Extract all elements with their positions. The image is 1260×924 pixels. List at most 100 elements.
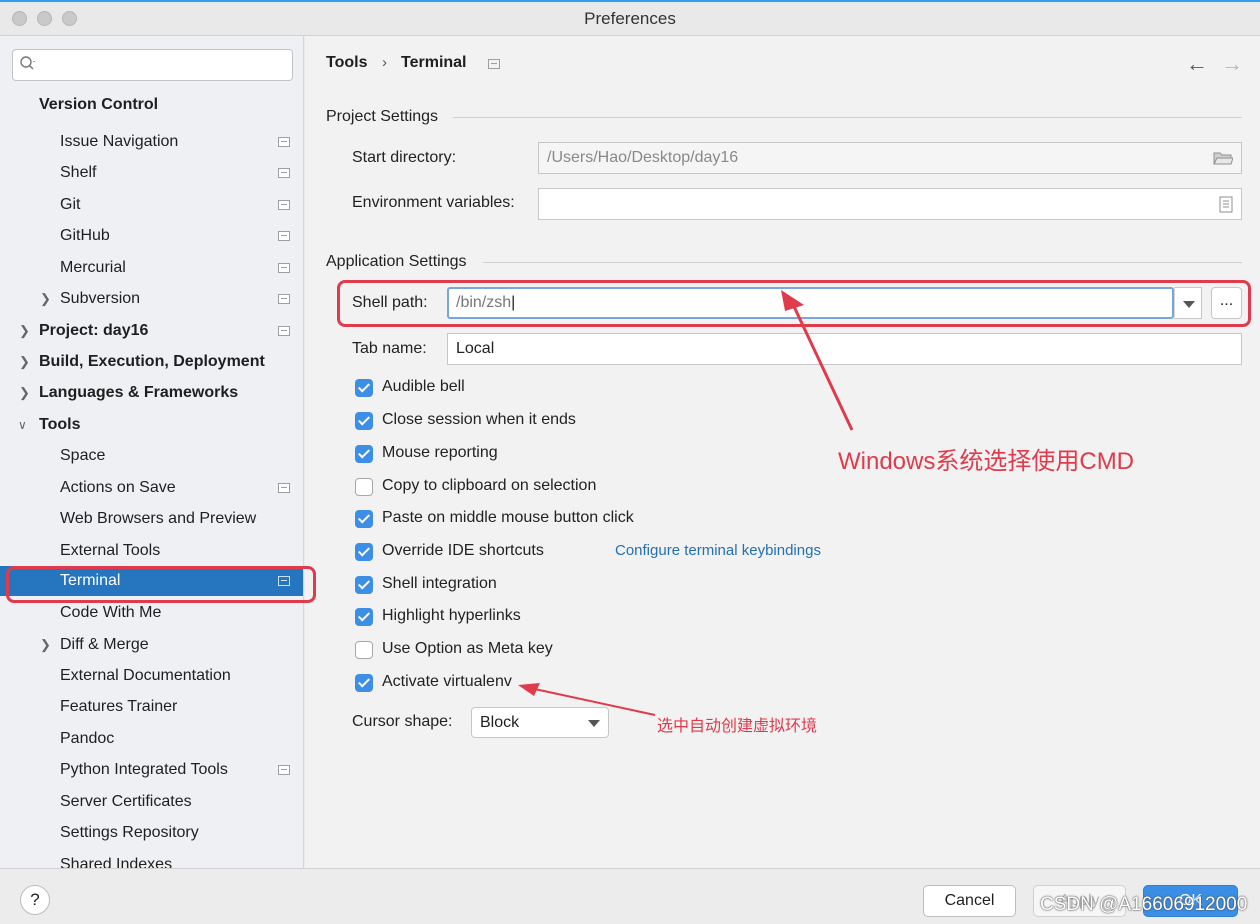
project-level-icon <box>278 231 290 241</box>
sidebar-item-label: Python Integrated Tools <box>60 761 228 778</box>
checkbox-label: Paste on middle mouse button click <box>382 509 634 526</box>
breadcrumb-tools[interactable]: Tools <box>326 54 367 72</box>
chevron-right-icon[interactable]: ❯ <box>40 630 51 660</box>
chevron-right-icon[interactable]: ❯ <box>40 284 51 314</box>
sidebar-item-label: Space <box>60 447 106 464</box>
cursor-shape-value: Block <box>480 714 520 731</box>
document-icon[interactable] <box>1219 196 1233 213</box>
sidebar-item-shared-indexes[interactable]: Shared Indexes <box>0 850 303 868</box>
sidebar-item-label: Mercurial <box>60 259 126 276</box>
sidebar-item-mercurial[interactable]: Mercurial <box>0 253 303 283</box>
sidebar-item-label: Git <box>60 196 81 213</box>
breadcrumb-terminal: Terminal <box>401 54 467 71</box>
sidebar-item-label: Diff & Merge <box>60 636 149 653</box>
checkbox-checked[interactable] <box>355 379 373 397</box>
configure-keybindings-link[interactable]: Configure terminal keybindings <box>615 542 821 559</box>
sidebar-item-label: Server Certificates <box>60 793 192 810</box>
sidebar-item-label: Shelf <box>60 164 97 181</box>
checkbox-label: Shell integration <box>382 575 497 592</box>
sidebar-item-git[interactable]: Git <box>0 190 303 220</box>
sidebar-item-pandoc[interactable]: Pandoc <box>0 724 303 754</box>
sidebar-item-label: Project: day16 <box>39 322 149 339</box>
sidebar-item-label: Version Control <box>39 96 159 113</box>
project-level-icon <box>278 200 290 210</box>
checkbox-checked[interactable] <box>355 608 373 626</box>
title-bar: Preferences <box>0 0 1260 36</box>
project-level-icon <box>278 137 290 147</box>
project-level-icon <box>278 168 290 178</box>
sidebar-item-label: Web Browsers and Preview <box>60 510 257 527</box>
start-directory-field[interactable]: /Users/Hao/Desktop/day16 <box>538 142 1242 174</box>
project-level-icon <box>278 294 290 304</box>
sidebar-item-issue-navigation[interactable]: Issue Navigation <box>0 127 303 157</box>
sidebar-item-build[interactable]: ❯ Build, Execution, Deployment <box>0 347 303 377</box>
sidebar-item-external-documentation[interactable]: External Documentation <box>0 661 303 691</box>
sidebar-item-label: GitHub <box>60 227 110 244</box>
environment-variables-field[interactable] <box>538 188 1242 220</box>
search-icon <box>20 56 35 70</box>
cancel-button[interactable]: Cancel <box>923 885 1016 917</box>
cursor-shape-select[interactable]: Block <box>471 707 609 738</box>
sidebar-item-server-certificates[interactable]: Server Certificates <box>0 787 303 817</box>
sidebar-item-actions-on-save[interactable]: Actions on Save <box>0 473 303 503</box>
sidebar-item-diff-merge[interactable]: ❯ Diff & Merge <box>0 630 303 660</box>
sidebar-item-languages[interactable]: ❯ Languages & Frameworks <box>0 378 303 408</box>
checkbox-label: Activate virtualenv <box>382 673 512 690</box>
sidebar-item-label: Pandoc <box>60 730 115 747</box>
sidebar-item-settings-repository[interactable]: Settings Repository <box>0 818 303 848</box>
project-level-icon <box>488 59 500 69</box>
sidebar-item-label: Subversion <box>60 290 141 307</box>
checkbox-unchecked[interactable] <box>355 478 373 496</box>
window-title: Preferences <box>584 9 676 28</box>
checkbox-checked[interactable] <box>355 445 373 463</box>
sidebar-item-web-browsers[interactable]: Web Browsers and Preview <box>0 504 303 534</box>
sidebar-item-label: External Documentation <box>60 667 231 684</box>
checkbox-label: Close session when it ends <box>382 411 576 428</box>
cursor-shape-label: Cursor shape: <box>352 713 453 730</box>
override-ide-shortcuts-checkbox[interactable]: Override IDE shortcuts Configure termina… <box>355 541 821 565</box>
checkbox-label: Override IDE shortcuts <box>382 542 544 559</box>
checkbox-checked[interactable] <box>355 674 373 692</box>
watermark: CSDN @A16606912000 <box>1040 894 1248 915</box>
sidebar-item-shelf[interactable]: Shelf <box>0 158 303 188</box>
sidebar-item-subversion[interactable]: ❯ Subversion <box>0 284 303 314</box>
tab-name-input[interactable]: Local <box>447 333 1242 365</box>
sidebar-item-project[interactable]: ❯ Project: day16 <box>0 316 303 346</box>
chevron-down-icon[interactable]: ∨ <box>18 410 27 440</box>
sidebar-item-github[interactable]: GitHub <box>0 221 303 251</box>
checkbox-label: Use Option as Meta key <box>382 640 553 657</box>
tab-name-value: Local <box>456 340 495 357</box>
checkbox-checked[interactable] <box>355 576 373 594</box>
sidebar-item-label: External Tools <box>60 542 161 559</box>
checkbox-checked[interactable] <box>355 412 373 430</box>
settings-search-input[interactable] <box>12 49 293 81</box>
sidebar-item-label: Actions on Save <box>60 479 176 496</box>
application-settings-heading: Application Settings <box>326 253 467 270</box>
windows-cmd-annotation: Windows系统选择使用CMD <box>838 448 1135 475</box>
project-level-icon <box>278 263 290 273</box>
sidebar-item-features-trainer[interactable]: Features Trainer <box>0 692 303 722</box>
start-directory-value: /Users/Hao/Desktop/day16 <box>547 149 739 166</box>
sidebar-item-version-control[interactable]: Version Control <box>0 90 303 120</box>
sidebar-item-python-integrated-tools[interactable]: Python Integrated Tools <box>0 755 303 785</box>
sidebar-item-external-tools[interactable]: External Tools <box>0 536 303 566</box>
forward-arrow-icon[interactable]: → <box>1221 51 1243 77</box>
settings-sidebar: Version Control Issue Navigation Shelf G… <box>0 36 304 868</box>
back-arrow-icon[interactable]: ← <box>1186 51 1208 77</box>
sidebar-item-label: Tools <box>39 416 81 433</box>
start-directory-label: Start directory: <box>352 149 457 166</box>
chevron-right-icon[interactable]: ❯ <box>19 347 30 377</box>
folder-icon[interactable] <box>1213 150 1233 166</box>
chevron-right-icon[interactable]: ❯ <box>19 316 30 346</box>
sidebar-item-label: Issue Navigation <box>60 133 179 150</box>
checkbox-label: Audible bell <box>382 378 465 395</box>
chevron-right-icon[interactable]: ❯ <box>19 378 30 408</box>
project-level-icon <box>278 765 290 775</box>
help-button[interactable]: ? <box>20 885 50 915</box>
checkbox-label: Mouse reporting <box>382 444 498 461</box>
checkbox-checked[interactable] <box>355 510 373 528</box>
checkbox-unchecked[interactable] <box>355 641 373 659</box>
checkbox-checked[interactable] <box>355 543 373 561</box>
sidebar-item-space[interactable]: Space <box>0 441 303 471</box>
sidebar-item-tools[interactable]: ∨ Tools <box>0 410 303 440</box>
